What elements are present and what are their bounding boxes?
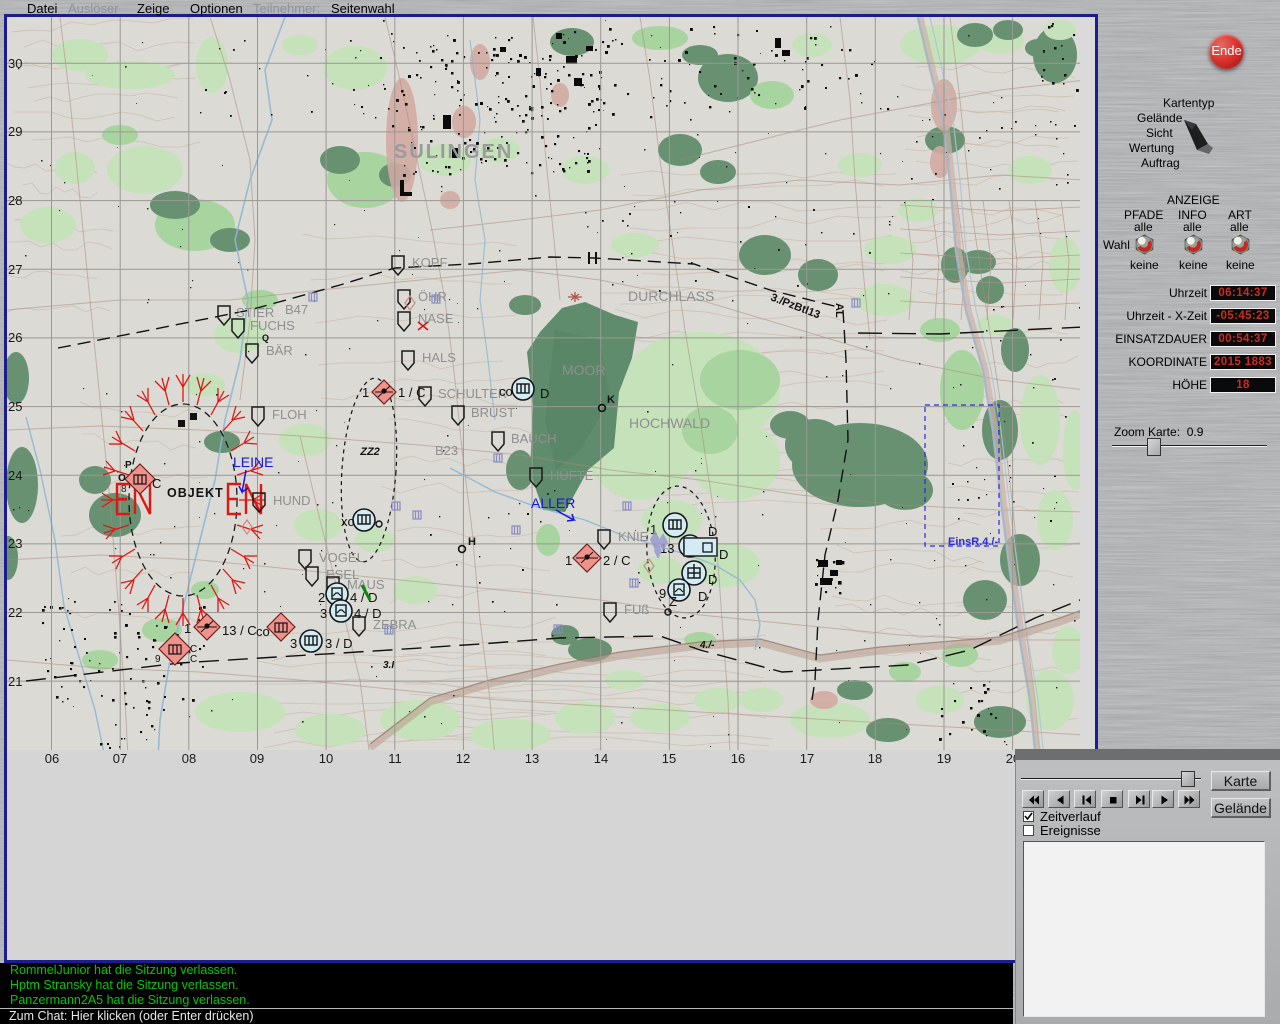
svg-text:1 / C: 1 / C — [398, 385, 425, 400]
svg-text:C: C — [190, 654, 197, 665]
svg-text:FUCHS: FUCHS — [250, 318, 295, 333]
svg-text:SCHULTER: SCHULTER — [438, 386, 507, 401]
svg-text:xo: xo — [341, 514, 355, 529]
svg-text:23: 23 — [8, 536, 22, 551]
svg-text:25: 25 — [8, 399, 22, 414]
svg-text:26: 26 — [8, 330, 22, 345]
svg-text:30: 30 — [8, 56, 22, 71]
svg-text:3 / D: 3 / D — [325, 636, 352, 651]
svg-text:Z: Z — [669, 594, 677, 609]
svg-text:13 / C: 13 / C — [222, 623, 257, 638]
svg-text:8: 8 — [121, 484, 127, 495]
svg-text:21: 21 — [8, 674, 22, 689]
svg-text:HUND: HUND — [273, 493, 311, 508]
svg-text:BRUST: BRUST — [471, 405, 515, 420]
svg-text:B23: B23 — [435, 443, 458, 458]
svg-text:3: 3 — [320, 606, 327, 621]
svg-text:06: 06 — [45, 751, 59, 766]
svg-text:2: 2 — [318, 590, 325, 605]
svg-text:HOCHWALD: HOCHWALD — [629, 415, 710, 431]
svg-text:4 / D: 4 / D — [354, 606, 381, 621]
svg-text:HALS: HALS — [422, 350, 456, 365]
svg-text:15: 15 — [662, 751, 676, 766]
svg-text:D: D — [708, 524, 717, 539]
svg-text:16: 16 — [731, 751, 745, 766]
svg-text:AL: AL — [833, 303, 845, 318]
svg-text:FUß: FUß — [624, 602, 649, 617]
svg-text:co: co — [256, 624, 270, 639]
svg-text:D: D — [719, 547, 728, 562]
svg-text:9: 9 — [155, 654, 161, 665]
svg-text:H: H — [468, 536, 476, 548]
svg-text:09: 09 — [250, 751, 264, 766]
svg-text:28: 28 — [8, 193, 22, 208]
svg-text:07: 07 — [113, 751, 127, 766]
svg-text:19: 19 — [937, 751, 951, 766]
svg-text:NASE: NASE — [418, 311, 454, 326]
svg-text:22: 22 — [8, 605, 22, 620]
svg-text:BAUCH: BAUCH — [511, 431, 557, 446]
svg-text:1: 1 — [362, 385, 369, 400]
svg-text:BÄR: BÄR — [266, 343, 293, 358]
svg-text:VOGEL: VOGEL — [319, 550, 364, 565]
svg-text:LEINE: LEINE — [233, 454, 273, 470]
svg-text:12: 12 — [456, 751, 470, 766]
svg-text:DURCHLASS: DURCHLASS — [628, 288, 714, 304]
svg-text:4 / D: 4 / D — [350, 590, 377, 605]
svg-text:18: 18 — [868, 751, 882, 766]
svg-text:1: 1 — [184, 621, 191, 636]
svg-text:K: K — [607, 394, 615, 406]
svg-text:3.I: 3.I — [383, 660, 394, 671]
svg-text:10: 10 — [319, 751, 333, 766]
svg-text:D: D — [698, 589, 707, 604]
svg-text:3: 3 — [290, 636, 297, 651]
svg-text:co: co — [499, 384, 513, 399]
svg-text:HÜFTE: HÜFTE — [550, 468, 594, 483]
svg-text:KNIE: KNIE — [618, 529, 649, 544]
svg-text:9: 9 — [659, 586, 666, 601]
svg-text:P: P — [125, 460, 132, 471]
svg-text:17: 17 — [800, 751, 814, 766]
svg-text:29: 29 — [8, 124, 22, 139]
svg-text:D: D — [540, 386, 549, 401]
svg-text:C: C — [152, 476, 161, 491]
svg-text:13: 13 — [525, 751, 539, 766]
svg-text:B47: B47 — [285, 302, 308, 317]
svg-text:KOPF: KOPF — [412, 255, 447, 270]
svg-text:FLOH: FLOH — [272, 407, 307, 422]
svg-text:OBJEKT: OBJEKT — [167, 486, 224, 500]
svg-text:14: 14 — [594, 751, 608, 766]
svg-text:Q: Q — [262, 333, 269, 343]
svg-text:SULINGEN: SULINGEN — [394, 141, 513, 163]
svg-text:2 / C: 2 / C — [603, 553, 630, 568]
svg-text:1: 1 — [565, 553, 572, 568]
svg-text:EinsR.4./-: EinsR.4./- — [948, 536, 998, 548]
svg-text:ALLER: ALLER — [531, 495, 575, 511]
svg-text:4./-: 4./- — [699, 640, 715, 651]
svg-text:MOOR: MOOR — [562, 362, 606, 378]
svg-text:24: 24 — [8, 468, 22, 483]
svg-text:ZZ2: ZZ2 — [359, 446, 380, 458]
svg-text:08: 08 — [182, 751, 196, 766]
svg-text:D: D — [708, 572, 717, 587]
svg-text:O: O — [118, 473, 126, 484]
svg-text:11: 11 — [388, 751, 402, 766]
svg-text:27: 27 — [8, 262, 22, 277]
